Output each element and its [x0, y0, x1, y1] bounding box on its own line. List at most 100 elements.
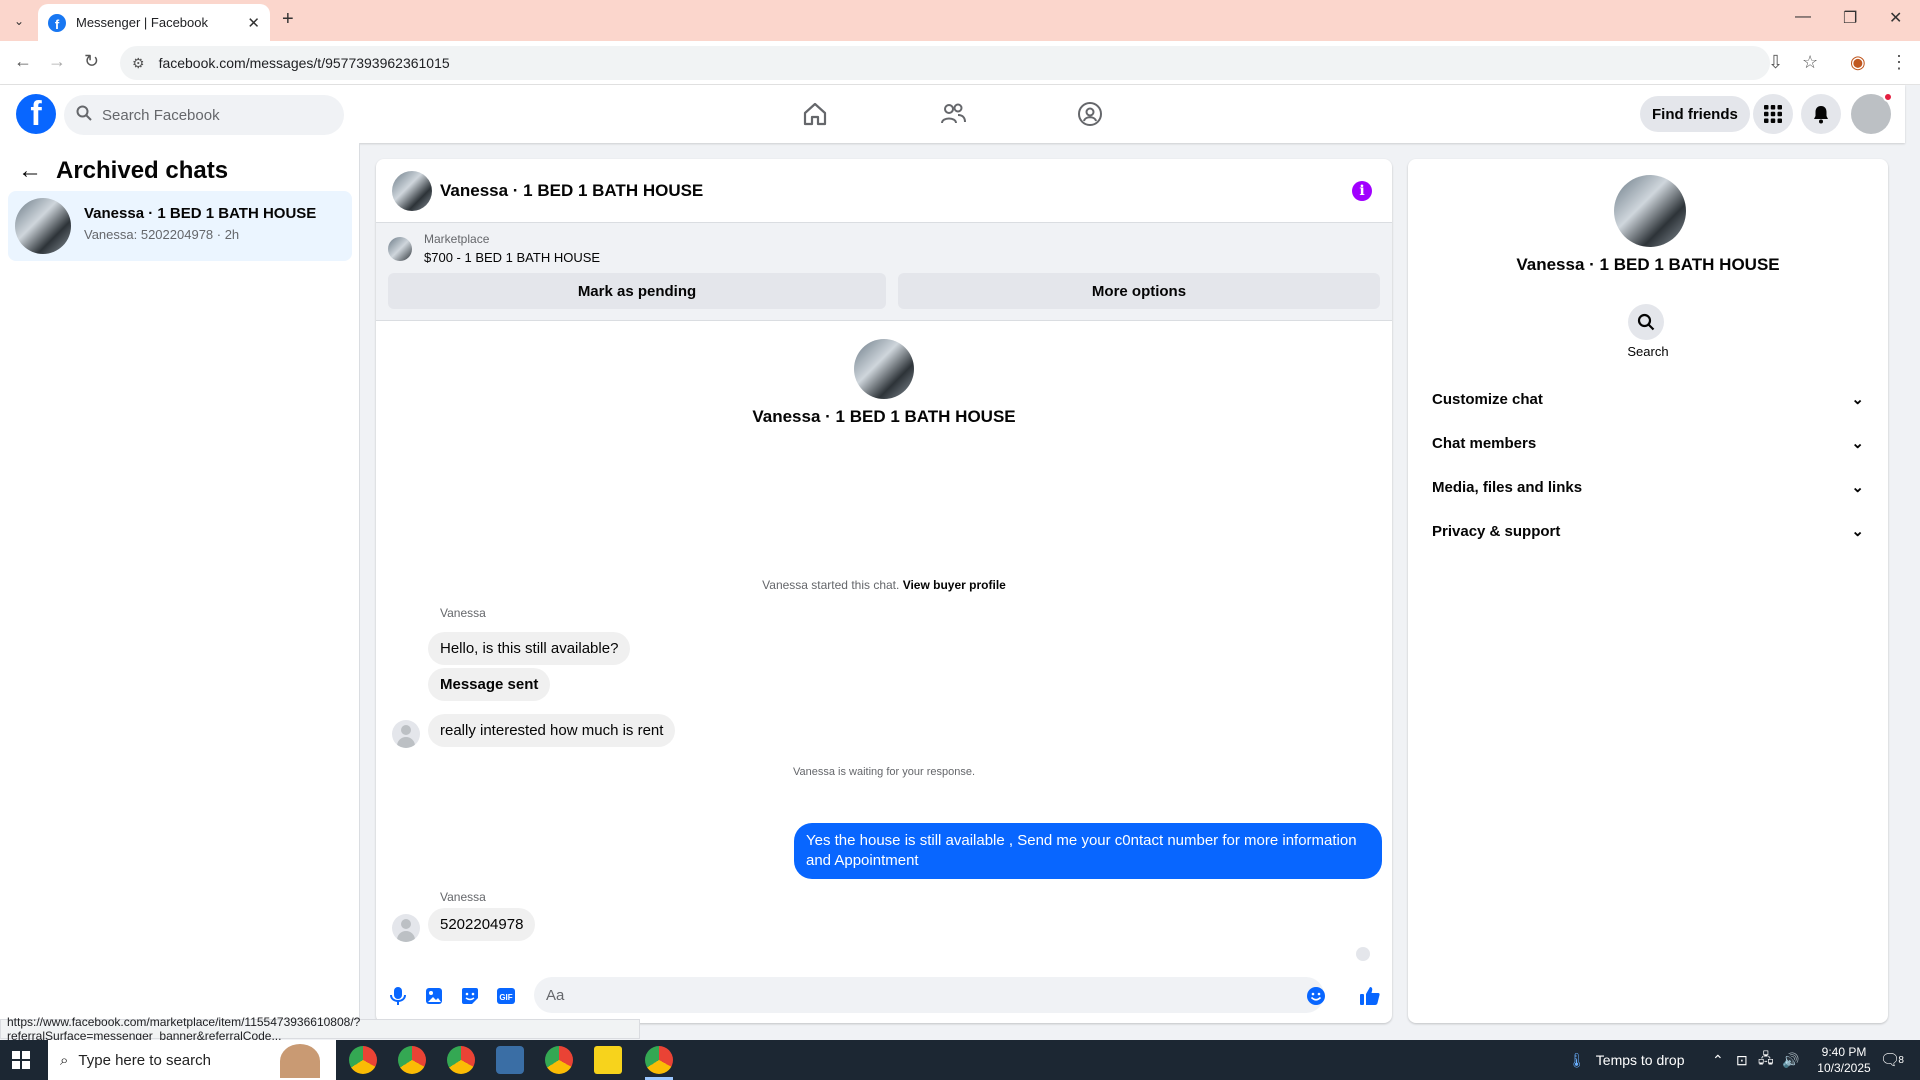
tab-title: Messenger | Facebook: [76, 15, 208, 30]
notifications-bell-icon[interactable]: [1801, 94, 1841, 134]
view-buyer-profile-link[interactable]: View buyer profile: [903, 578, 1006, 592]
chrome-profile-icon[interactable]: [398, 1046, 426, 1074]
window-close-icon[interactable]: ✕: [1889, 8, 1902, 28]
tab-close-icon[interactable]: ✕: [247, 14, 260, 32]
chrome-active-icon[interactable]: [645, 1046, 673, 1074]
address-toolbar: ← → ↻ ⚙ facebook.com/messages/t/95773939…: [0, 41, 1920, 85]
sender-name: Vanessa: [440, 606, 486, 620]
taskbar-search-icon: ⌕: [60, 1051, 69, 1069]
reload-icon[interactable]: ↻: [84, 51, 99, 72]
chat-avatar: [15, 198, 71, 254]
search-in-conversation-button[interactable]: [1628, 304, 1664, 340]
emoji-icon[interactable]: [1304, 984, 1328, 1008]
chat-members-section[interactable]: Chat members ⌄: [1424, 421, 1872, 465]
home-icon[interactable]: [795, 97, 835, 131]
like-thumbs-up-icon[interactable]: [1358, 984, 1382, 1008]
details-avatar[interactable]: [1614, 175, 1686, 247]
notification-count: 8: [1898, 1054, 1904, 1066]
mark-as-pending-button[interactable]: Mark as pending: [388, 273, 886, 309]
app-icon[interactable]: [496, 1046, 524, 1074]
marketplace-label: Marketplace: [424, 232, 490, 246]
system-tray-chevron-icon[interactable]: ⌃: [1712, 1040, 1724, 1080]
site-settings-icon[interactable]: ⚙: [132, 55, 145, 72]
sticker-icon[interactable]: [458, 984, 482, 1008]
back-arrow-icon[interactable]: ←: [18, 157, 42, 185]
chrome-icon[interactable]: [545, 1046, 573, 1074]
forward-icon[interactable]: →: [48, 51, 66, 72]
windows-start-icon[interactable]: [12, 1051, 30, 1069]
chrome-profile-icon[interactable]: [349, 1046, 377, 1074]
sender-avatar[interactable]: [392, 914, 420, 942]
message-bubble[interactable]: really interested how much is rent: [428, 714, 676, 747]
account-avatar[interactable]: [1851, 92, 1893, 134]
windows-taskbar: ⌕ Type here to search 🌡 Temps to drop ⌃ …: [0, 1040, 1920, 1080]
clock-time: 9:40 PM: [1821, 1045, 1867, 1059]
meet-icon[interactable]: ⊡: [1736, 1040, 1748, 1080]
section-label: Chat members: [1432, 434, 1537, 452]
conversation-title[interactable]: Vanessa · 1 BED 1 BATH HOUSE: [440, 181, 703, 201]
chevron-down-icon: ⌄: [1851, 391, 1864, 408]
notification-center-icon[interactable]: 🗨 8: [1880, 1040, 1904, 1080]
profile-avatar[interactable]: [854, 339, 914, 399]
message-input-placeholder: Aa: [546, 986, 565, 1004]
message-bubble[interactable]: Hello, is this still available?: [428, 632, 631, 665]
conversation-header: Vanessa · 1 BED 1 BATH HOUSE i: [376, 159, 1392, 223]
find-friends-button[interactable]: Find friends: [1640, 96, 1750, 132]
privacy-support-section[interactable]: Privacy & support ⌄: [1424, 509, 1872, 553]
back-icon[interactable]: ←: [14, 51, 32, 72]
conversation-avatar[interactable]: [392, 171, 432, 211]
gif-icon[interactable]: GIF: [494, 984, 518, 1008]
profile-name: Vanessa · 1 BED 1 BATH HOUSE: [752, 407, 1016, 426]
customize-chat-section[interactable]: Customize chat ⌄: [1424, 377, 1872, 421]
chat-started-notice: Vanessa started this chat. View buyer pr…: [376, 578, 1392, 592]
chevron-down-icon: ⌄: [1851, 435, 1864, 452]
url-bar[interactable]: ⚙ facebook.com/messages/t/95773939623610…: [120, 46, 1770, 80]
outgoing-message-bubble[interactable]: Yes the house is still available , Send …: [794, 823, 1382, 879]
message-bubble[interactable]: 5202204978: [428, 908, 536, 941]
message-bubble[interactable]: Message sent: [428, 668, 551, 701]
sidebar-title: Archived chats: [56, 157, 229, 184]
facebook-logo-icon[interactable]: f: [16, 94, 56, 134]
menu-grid-icon[interactable]: [1753, 94, 1793, 134]
sticky-notes-icon[interactable]: [594, 1046, 622, 1074]
search-highlight-image: [280, 1044, 320, 1078]
minimize-icon[interactable]: —: [1795, 8, 1811, 26]
listing-thumbnail[interactable]: [388, 237, 412, 261]
taskbar-clock[interactable]: 9:40 PM 10/3/2025: [1810, 1044, 1878, 1076]
taskbar-search-input[interactable]: ⌕ Type here to search: [48, 1040, 336, 1080]
svg-text:GIF: GIF: [499, 993, 512, 1002]
microphone-icon[interactable]: [386, 984, 410, 1008]
tab-search-dropdown-icon[interactable]: ⌄: [8, 10, 30, 32]
media-files-links-section[interactable]: Media, files and links ⌄: [1424, 465, 1872, 509]
facebook-search-input[interactable]: Search Facebook: [64, 95, 344, 135]
sender-avatar[interactable]: [392, 720, 420, 748]
new-tab-icon[interactable]: +: [282, 8, 294, 31]
conversation-panel: Vanessa · 1 BED 1 BATH HOUSE i Marketpla…: [376, 159, 1392, 1023]
browser-tab-bar: ⌄ f Messenger | Facebook ✕ + — ❐ ✕: [0, 0, 1920, 41]
friends-icon[interactable]: [933, 97, 973, 131]
facebook-header: f Search Facebook Find friends: [0, 85, 1905, 143]
section-label: Media, files and links: [1432, 478, 1583, 496]
bookmark-star-icon[interactable]: ☆: [1802, 52, 1818, 73]
chrome-profile-icon[interactable]: [447, 1046, 475, 1074]
search-label: Search: [1627, 344, 1669, 359]
restore-icon[interactable]: ❐: [1843, 8, 1857, 28]
groups-icon[interactable]: [1070, 97, 1110, 131]
listing-title[interactable]: $700 - 1 BED 1 BATH HOUSE: [424, 250, 600, 265]
sender-name: Vanessa: [440, 890, 486, 904]
chat-preview: Vanessa: 5202204978 · 2h: [84, 227, 240, 242]
section-label: Privacy & support: [1432, 522, 1561, 540]
message-input[interactable]: Aa: [534, 977, 1324, 1013]
network-icon[interactable]: 🖧: [1758, 1040, 1774, 1080]
chat-list-item[interactable]: Vanessa · 1 BED 1 BATH HOUSE Vanessa: 52…: [8, 191, 352, 261]
install-app-icon[interactable]: ⇩: [1768, 52, 1783, 73]
browser-tab[interactable]: f Messenger | Facebook ✕: [38, 4, 270, 41]
volume-icon[interactable]: 🔊: [1782, 1040, 1799, 1080]
photo-icon[interactable]: [422, 984, 446, 1008]
conversation-info-icon[interactable]: i: [1352, 181, 1372, 201]
browser-menu-icon[interactable]: ⋮: [1890, 52, 1908, 73]
weather-widget[interactable]: 🌡 Temps to drop: [1568, 1040, 1685, 1080]
profile-icon[interactable]: ◉: [1850, 52, 1866, 73]
clock-date: 10/3/2025: [1817, 1061, 1871, 1075]
more-options-button[interactable]: More options: [898, 273, 1380, 309]
